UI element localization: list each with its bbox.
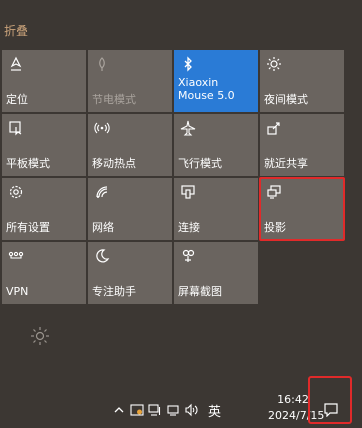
project-icon bbox=[266, 184, 282, 200]
brightness-sun-icon[interactable] bbox=[30, 326, 50, 346]
security-icon[interactable] bbox=[130, 403, 144, 417]
action-center-icon bbox=[324, 402, 338, 418]
tile-label: 移动热点 bbox=[92, 157, 136, 170]
nearby-share-icon bbox=[266, 120, 282, 136]
tile-mobile-hotspot[interactable]: 移动热点 bbox=[88, 114, 172, 176]
tile-airplane-mode[interactable]: 飞行模式 bbox=[174, 114, 258, 176]
tile-bluetooth[interactable]: Xiaoxin Mouse 5.0 bbox=[174, 50, 258, 112]
collapse-link[interactable]: 折叠 bbox=[4, 22, 28, 39]
mobile-hotspot-icon bbox=[94, 120, 110, 136]
network-tray-icon[interactable] bbox=[148, 403, 162, 417]
screen-snip-icon bbox=[180, 248, 196, 264]
quick-actions-grid: 定位 节电模式 Xiaoxin Mouse 5.0 夜间模式 平板模式 移动热点… bbox=[2, 50, 345, 304]
tile-label: 夜间模式 bbox=[264, 93, 308, 106]
action-center-button[interactable] bbox=[308, 376, 352, 424]
vpn-icon bbox=[8, 248, 24, 264]
tile-battery-saver[interactable]: 节电模式 bbox=[88, 50, 172, 112]
settings-gear-icon bbox=[8, 184, 24, 200]
tile-label: 节电模式 bbox=[92, 93, 136, 106]
tablet-mode-icon bbox=[8, 120, 24, 136]
tile-label: 平板模式 bbox=[6, 157, 50, 170]
volume-icon[interactable] bbox=[184, 403, 198, 417]
ime-language-indicator[interactable]: 英 bbox=[208, 401, 221, 420]
tile-label: 网络 bbox=[92, 221, 114, 234]
tile-night-light[interactable]: 夜间模式 bbox=[260, 50, 344, 112]
tile-all-settings[interactable]: 所有设置 bbox=[2, 178, 86, 240]
focus-assist-moon-icon bbox=[94, 248, 110, 264]
tile-label: 投影 bbox=[264, 221, 286, 234]
network-icon bbox=[94, 184, 110, 200]
tile-project[interactable]: 投影 bbox=[259, 177, 345, 241]
tile-label: Xiaoxin Mouse 5.0 bbox=[178, 76, 235, 102]
tile-label: 就近共享 bbox=[264, 157, 308, 170]
tile-label: VPN bbox=[6, 285, 29, 298]
tile-connect[interactable]: 连接 bbox=[174, 178, 258, 240]
tile-focus-assist[interactable]: 专注助手 bbox=[88, 242, 172, 304]
tile-label: 屏幕截图 bbox=[178, 285, 222, 298]
airplane-icon bbox=[180, 120, 196, 136]
tile-label: 定位 bbox=[6, 93, 28, 106]
system-tray: 英 bbox=[112, 401, 221, 420]
tile-nearby-share[interactable]: 就近共享 bbox=[260, 114, 344, 176]
tile-label: 专注助手 bbox=[92, 285, 136, 298]
tile-vpn[interactable]: VPN bbox=[2, 242, 86, 304]
tile-label: 连接 bbox=[178, 221, 200, 234]
tile-label: 飞行模式 bbox=[178, 157, 222, 170]
tile-network[interactable]: 网络 bbox=[88, 178, 172, 240]
bluetooth-icon bbox=[180, 56, 196, 72]
tile-label: 所有设置 bbox=[6, 221, 50, 234]
chevron-up-icon[interactable] bbox=[112, 403, 126, 417]
night-light-icon bbox=[266, 56, 282, 72]
battery-saver-icon bbox=[94, 56, 110, 72]
tile-location[interactable]: 定位 bbox=[2, 50, 86, 112]
tile-tablet-mode[interactable]: 平板模式 bbox=[2, 114, 86, 176]
taskbar: 英 16:42 2024/7/15 bbox=[0, 372, 362, 428]
action-center-panel: 折叠 定位 节电模式 Xiaoxin Mouse 5.0 夜间模式 平板模式 移… bbox=[0, 0, 362, 428]
display-tray-icon[interactable] bbox=[166, 403, 180, 417]
connect-icon bbox=[180, 184, 196, 200]
location-icon bbox=[8, 56, 24, 72]
tile-screen-snip[interactable]: 屏幕截图 bbox=[174, 242, 258, 304]
